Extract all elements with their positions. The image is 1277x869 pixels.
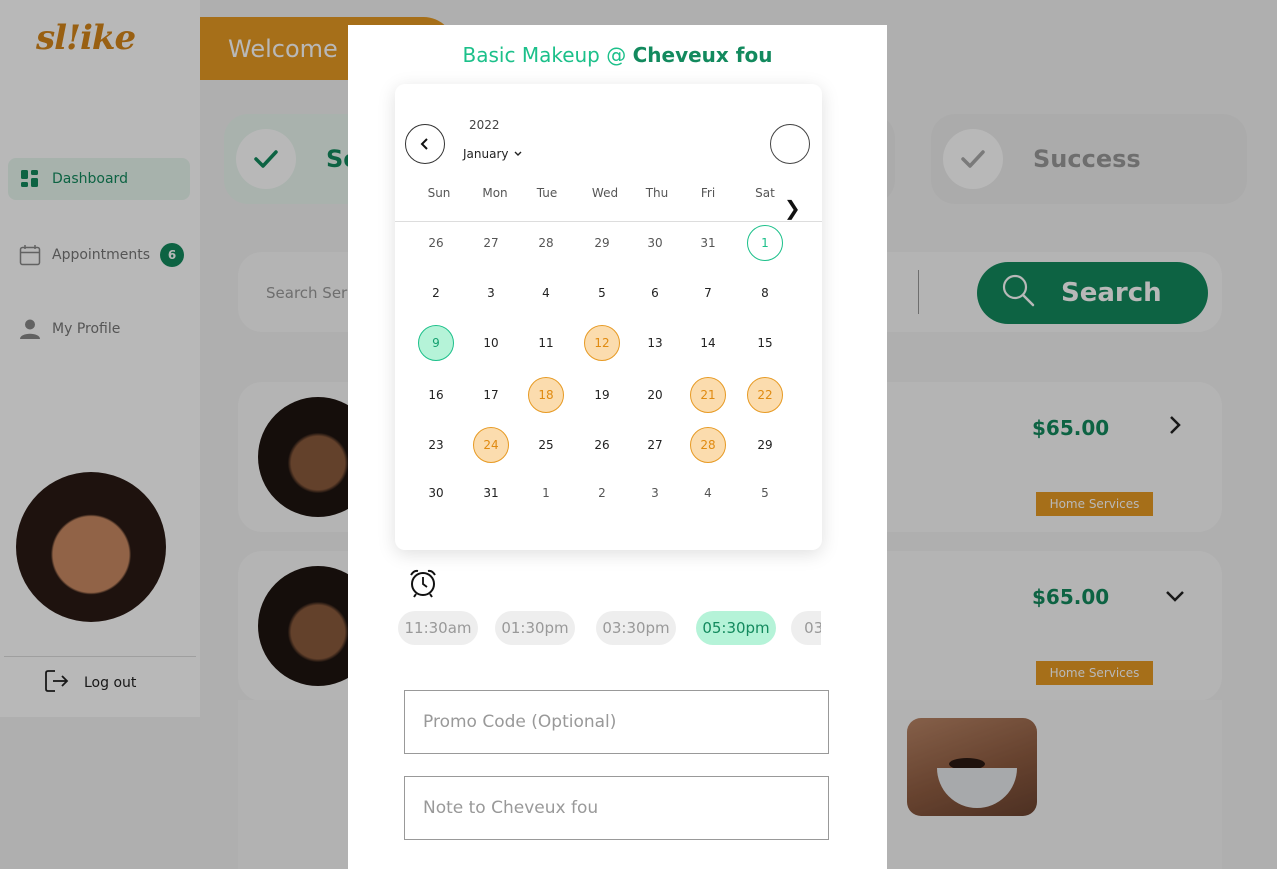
calendar-day[interactable]: 21 [690,377,726,413]
calendar-day[interactable]: 30 [637,225,673,261]
note-input[interactable]: Note to Cheveux fou [404,776,829,840]
month-selector[interactable]: January [463,147,523,161]
calendar-day[interactable]: 11 [528,325,564,361]
weekday-label: Tue [536,186,558,200]
note-placeholder: Note to Cheveux fou [423,798,599,818]
calendar-day[interactable]: 18 [528,377,564,413]
weekday-label: Mon [482,186,508,200]
calendar-day[interactable]: 25 [528,427,564,463]
calendar-day[interactable]: 4 [528,275,564,311]
weekday-label: Sat [755,186,775,200]
calendar-day[interactable]: 2 [584,475,620,511]
next-month-button[interactable] [770,124,810,164]
service-name: Basic Makeup @ [462,43,633,67]
calendar-day[interactable]: 9 [418,325,454,361]
alarm-clock-icon [408,568,438,602]
calendar-day[interactable]: 15 [747,325,783,361]
calendar-day[interactable]: 27 [637,427,673,463]
calendar-day[interactable]: 31 [690,225,726,261]
calendar-day[interactable]: 6 [637,275,673,311]
calendar-day[interactable]: 20 [637,377,673,413]
calendar-year: 2022 [469,118,500,132]
time-slot-button[interactable]: 05:30pm [696,611,776,645]
calendar-day[interactable]: 3 [637,475,673,511]
calendar-day[interactable]: 7 [690,275,726,311]
promo-placeholder: Promo Code (Optional) [423,712,617,732]
time-slot-button[interactable]: 03:3 [791,611,821,645]
prev-month-button[interactable] [405,124,445,164]
weekday-label: Thu [645,186,669,200]
weekday-label: Wed [591,186,619,200]
provider-name: Cheveux fou [632,43,773,67]
calendar-day[interactable]: 26 [418,225,454,261]
calendar-day[interactable]: 22 [747,377,783,413]
calendar-day[interactable]: 29 [584,225,620,261]
chevron-down-icon [514,151,521,156]
time-slot-button[interactable]: 11:30am [398,611,478,645]
calendar-day[interactable]: 23 [418,427,454,463]
calendar-day[interactable]: 31 [473,475,509,511]
calendar-day[interactable]: 3 [473,275,509,311]
calendar-day[interactable]: 17 [473,377,509,413]
time-slot-button[interactable]: 03:30pm [596,611,676,645]
promo-code-input[interactable]: Promo Code (Optional) [404,690,829,754]
calendar-day[interactable]: 30 [418,475,454,511]
time-slot-list: 11:30am 01:30pm 03:30pm 05:30pm 03:3 [398,611,821,647]
booking-modal: Basic Makeup @ Cheveux fou 2022 January … [348,25,887,869]
calendar-day[interactable]: 29 [747,427,783,463]
calendar-day[interactable]: 12 [584,325,620,361]
calendar-day[interactable]: 26 [584,427,620,463]
calendar-day[interactable]: 19 [584,377,620,413]
calendar-day[interactable]: 4 [690,475,726,511]
weekday-label: Sun [427,186,451,200]
calendar-divider [395,221,822,222]
calendar-day[interactable]: 1 [747,225,783,261]
calendar-day[interactable]: 28 [690,427,726,463]
calendar-day[interactable]: 10 [473,325,509,361]
calendar-day[interactable]: 28 [528,225,564,261]
calendar-month: January [463,147,509,161]
calendar-day[interactable]: 14 [690,325,726,361]
calendar-day[interactable]: 27 [473,225,509,261]
chevron-left-icon [420,138,428,150]
modal-title: Basic Makeup @ Cheveux fou [348,43,887,67]
weekday-label: Fri [700,186,716,200]
calendar-day[interactable]: 24 [473,427,509,463]
calendar-day[interactable]: 16 [418,377,454,413]
calendar-day[interactable]: 5 [747,475,783,511]
calendar-day[interactable]: 13 [637,325,673,361]
calendar-day[interactable]: 2 [418,275,454,311]
date-picker: 2022 January ❯ Sun Mon Tue Wed Thu Fri Sat 26 2… [395,84,822,550]
calendar-day[interactable]: 5 [584,275,620,311]
calendar-day[interactable]: 8 [747,275,783,311]
calendar-day[interactable]: 1 [528,475,564,511]
time-slot-button[interactable]: 01:30pm [495,611,575,645]
weekday-header: Sun Mon Tue Wed Thu Fri Sat [395,186,822,206]
